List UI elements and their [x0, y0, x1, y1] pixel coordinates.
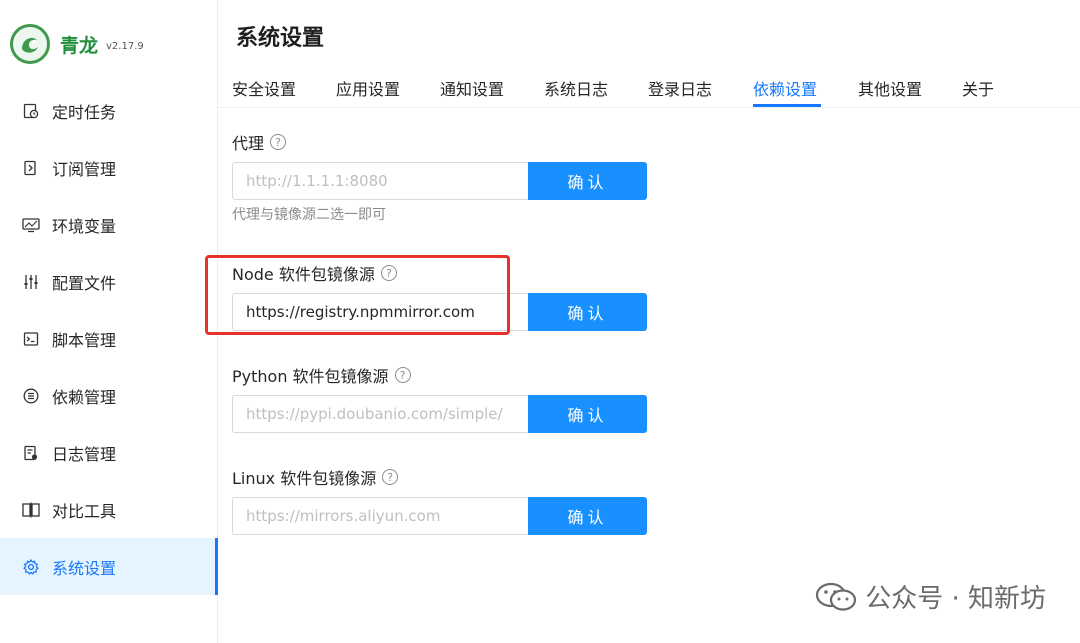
- active-tab-indicator: [753, 104, 821, 107]
- python-mirror-confirm-button[interactable]: 确认: [528, 395, 647, 433]
- terminal-icon: [22, 330, 40, 348]
- tab-security[interactable]: 安全设置: [232, 76, 296, 100]
- list-circle-icon: [22, 387, 40, 405]
- node-mirror-input[interactable]: [232, 293, 528, 331]
- proxy-confirm-button[interactable]: 确认: [528, 162, 647, 200]
- node-mirror-input-group: 确认: [232, 293, 647, 331]
- sidebar-item-subscription[interactable]: 订阅管理: [0, 139, 218, 196]
- qinglong-logo: [10, 24, 50, 64]
- proxy-label: 代理 ?: [232, 130, 287, 154]
- sidebar-item-diff[interactable]: 对比工具: [0, 481, 218, 538]
- linux-mirror-confirm-button[interactable]: 确认: [528, 497, 647, 535]
- brand[interactable]: 青龙 v2.17.9: [10, 22, 144, 66]
- sidebar-item-label: 系统设置: [52, 558, 117, 578]
- python-mirror-input[interactable]: [232, 395, 528, 433]
- linux-mirror-label: Linux 软件包镜像源 ?: [232, 465, 399, 489]
- question-circle-icon[interactable]: ?: [394, 367, 411, 383]
- proxy-input-group: 确认: [232, 162, 647, 200]
- tab-app[interactable]: 应用设置: [336, 76, 400, 100]
- sliders-icon: [22, 273, 40, 291]
- dragon-logo-icon: [22, 37, 38, 53]
- sidebar-menu: 定时任务 订阅管理 环境变量 配置文件 脚本管理 依赖管理 日志管理 对比工具 …: [0, 82, 218, 595]
- question-circle-icon[interactable]: ?: [382, 469, 399, 485]
- tab-about[interactable]: 关于: [962, 76, 994, 100]
- question-circle-icon[interactable]: ?: [270, 134, 287, 150]
- page-title: 系统设置: [236, 26, 325, 51]
- app-root: 青龙 v2.17.9 定时任务 订阅管理 环境变量 配置文件 脚本管理 依赖管理…: [0, 0, 1080, 643]
- node-mirror-confirm-button[interactable]: 确认: [528, 293, 647, 331]
- gear-icon: [22, 558, 40, 576]
- tab-system-log[interactable]: 系统日志: [544, 76, 608, 100]
- tab-other[interactable]: 其他设置: [858, 76, 922, 100]
- subscription-icon: [22, 159, 40, 177]
- sidebar-item-label: 环境变量: [52, 216, 117, 236]
- main-content: 系统设置 安全设置 应用设置 通知设置 系统日志 登录日志 依赖设置 其他设置 …: [205, 0, 1080, 643]
- monitor-icon: [22, 216, 40, 234]
- linux-mirror-input-group: 确认: [232, 497, 647, 535]
- python-mirror-label-text: Python 软件包镜像源: [232, 367, 389, 386]
- sidebar-item-label: 订阅管理: [52, 159, 117, 179]
- sidebar-item-label: 脚本管理: [52, 330, 117, 350]
- sidebar-item-label: 配置文件: [52, 273, 117, 293]
- question-circle-icon[interactable]: ?: [380, 265, 397, 281]
- sidebar-item-config[interactable]: 配置文件: [0, 253, 218, 310]
- wechat-watermark: 公众号 · 知新坊: [815, 578, 1046, 615]
- sidebar-item-logs[interactable]: 日志管理: [0, 424, 218, 481]
- wechat-icon: [816, 582, 857, 611]
- sidebar-item-label: 对比工具: [52, 501, 117, 521]
- python-mirror-input-group: 确认: [232, 395, 647, 433]
- sidebar-item-cron[interactable]: 定时任务: [0, 82, 218, 139]
- sidebar-item-dependencies[interactable]: 依赖管理: [0, 367, 218, 424]
- tab-notification[interactable]: 通知设置: [440, 76, 504, 100]
- sidebar-item-settings[interactable]: 系统设置: [0, 538, 218, 595]
- linux-mirror-label-text: Linux 软件包镜像源: [232, 469, 377, 488]
- clock-task-icon: [22, 102, 40, 120]
- brand-version: v2.17.9: [106, 40, 144, 52]
- sidebar-item-label: 依赖管理: [52, 387, 117, 407]
- node-mirror-label-text: Node 软件包镜像源: [232, 265, 375, 284]
- proxy-hint: 代理与镜像源二选一即可: [232, 207, 386, 223]
- node-mirror-label: Node 软件包镜像源 ?: [232, 261, 397, 285]
- sidebar: 青龙 v2.17.9 定时任务 订阅管理 环境变量 配置文件 脚本管理 依赖管理…: [0, 0, 218, 643]
- tab-dependency[interactable]: 依赖设置: [753, 76, 817, 100]
- sidebar-item-label: 定时任务: [52, 102, 117, 122]
- linux-mirror-input[interactable]: [232, 497, 528, 535]
- proxy-input[interactable]: [232, 162, 528, 200]
- diff-icon: [22, 501, 40, 519]
- tab-login-log[interactable]: 登录日志: [648, 76, 712, 100]
- python-mirror-label: Python 软件包镜像源 ?: [232, 363, 411, 387]
- watermark-text: 公众号 · 知新坊: [865, 584, 1046, 614]
- sidebar-item-env[interactable]: 环境变量: [0, 196, 218, 253]
- brand-name: 青龙: [60, 34, 99, 57]
- settings-tabs: 安全设置 应用设置 通知设置 系统日志 登录日志 依赖设置 其他设置 关于: [218, 64, 1080, 108]
- sidebar-item-scripts[interactable]: 脚本管理: [0, 310, 218, 367]
- sidebar-item-label: 日志管理: [52, 444, 117, 464]
- proxy-label-text: 代理: [232, 134, 265, 153]
- log-file-icon: [22, 444, 40, 462]
